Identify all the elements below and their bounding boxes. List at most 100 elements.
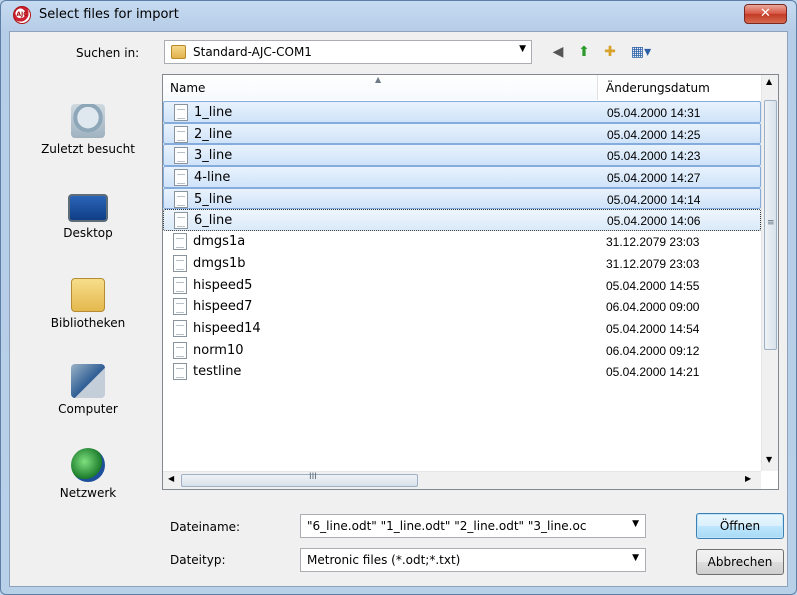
file-name: hispeed5 [193, 277, 253, 293]
place-label: Computer [58, 402, 118, 416]
document-icon [173, 341, 187, 359]
scroll-up-icon[interactable]: ▲ [766, 77, 772, 86]
place-libraries[interactable]: Bibliotheken [24, 278, 152, 330]
place-label: Desktop [63, 226, 113, 240]
lookin-label: Suchen in: [76, 46, 140, 60]
document-icon [174, 190, 188, 208]
file-dialog-window: AJC Select files for import ✕ Suchen in:… [0, 0, 797, 595]
file-row[interactable]: 2_line 05.04.2000 14:25 [163, 122, 761, 145]
place-label: Zuletzt besucht [41, 142, 135, 156]
file-date: 06.04.2000 09:12 [606, 343, 700, 358]
file-list[interactable]: Name ▲ Änderungsdatum 1_line 05.04.2000 1… [162, 74, 779, 490]
file-row[interactable]: 4-line 05.04.2000 14:27 [163, 166, 761, 188]
file-date: 05.04.2000 14:23 [607, 149, 701, 164]
lookin-dropdown[interactable]: Standard-AJC-COM1 ▼ [164, 40, 532, 64]
file-row[interactable]: norm10 06.04.2000 09:12 [163, 340, 761, 362]
place-desktop[interactable]: Desktop [24, 194, 152, 240]
app-logo-icon: AJC [13, 6, 31, 24]
sort-ascending-icon: ▲ [375, 75, 382, 84]
view-menu-icon[interactable]: ▦▾ [626, 42, 656, 62]
open-button[interactable]: Öffnen [696, 513, 784, 539]
file-name: norm10 [193, 342, 244, 358]
file-date: 05.04.2000 14:27 [607, 171, 701, 186]
filetype-label: Dateityp: [170, 553, 226, 567]
scroll-down-icon[interactable]: ▼ [766, 455, 772, 464]
file-date: 05.04.2000 14:54 [606, 321, 700, 336]
document-icon [174, 147, 188, 165]
place-label: Netzwerk [59, 486, 117, 500]
window-title: Select files for import [39, 7, 179, 22]
lookin-value: Standard-AJC-COM1 [193, 45, 312, 59]
libraries-icon [71, 278, 105, 312]
file-date: 06.04.2000 09:00 [606, 300, 700, 315]
chevron-down-icon[interactable]: ▼ [632, 553, 639, 563]
file-date: 05.04.2000 14:21 [606, 365, 700, 380]
file-name: hispeed7 [193, 299, 253, 315]
filetype-value: Metronic files (*.odt;*.txt) [307, 553, 461, 567]
document-icon [173, 254, 187, 272]
up-folder-icon[interactable]: ⬆ [574, 42, 594, 62]
file-name: 2_line [194, 126, 233, 142]
file-date: 31.12.2079 23:03 [606, 256, 700, 271]
place-label: Bibliotheken [50, 316, 126, 330]
file-date: 05.04.2000 14:55 [606, 278, 700, 293]
file-row[interactable]: testline 05.04.2000 14:21 [163, 361, 761, 383]
scroll-grip-icon: III [309, 472, 317, 482]
desktop-icon [68, 194, 108, 222]
vertical-scroll-thumb[interactable]: ≡ [764, 100, 777, 350]
file-name: 4-line [194, 170, 231, 186]
file-date: 05.04.2000 14:25 [607, 127, 701, 142]
dialog-body: Suchen in: Standard-AJC-COM1 ▼ ◀ ⬆ ✚ ▦▾ … [9, 31, 788, 587]
file-row[interactable]: hispeed5 05.04.2000 14:55 [163, 275, 761, 297]
place-recent[interactable]: Zuletzt besucht [24, 104, 152, 156]
column-header-date[interactable]: Änderungsdatum [598, 75, 761, 100]
computer-icon [71, 364, 105, 398]
horizontal-scrollbar[interactable]: ◀ III ▶ [163, 471, 761, 489]
file-date: 05.04.2000 14:14 [607, 192, 701, 207]
file-name: testline [193, 364, 242, 380]
file-row[interactable]: 3_line 05.04.2000 14:23 [163, 144, 761, 167]
folder-icon [171, 45, 186, 59]
horizontal-scroll-thumb[interactable]: III [181, 472, 418, 487]
file-row[interactable]: dmgs1a 31.12.2079 23:03 [163, 231, 761, 253]
file-name: hispeed14 [193, 320, 261, 336]
file-row[interactable]: hispeed7 06.04.2000 09:00 [163, 296, 761, 318]
document-icon [173, 298, 187, 316]
file-date: 31.12.2079 23:03 [606, 235, 700, 250]
file-row[interactable]: hispeed14 05.04.2000 14:54 [163, 318, 761, 340]
file-row[interactable]: 6_line 05.04.2000 14:06 [163, 209, 761, 232]
recent-places-icon [71, 104, 105, 138]
column-header-row: Name ▲ Änderungsdatum [163, 75, 761, 100]
file-row[interactable]: dmgs1b 31.12.2079 23:03 [163, 253, 761, 275]
document-icon [174, 125, 188, 143]
scroll-grip-icon: ≡ [767, 218, 775, 228]
document-icon [173, 363, 187, 381]
file-name: 5_line [194, 191, 233, 207]
filetype-dropdown[interactable]: Metronic files (*.odt;*.txt) ▼ [300, 548, 646, 572]
file-row[interactable]: 1_line 05.04.2000 14:31 [163, 101, 761, 123]
file-name: dmgs1a [193, 234, 246, 250]
back-icon[interactable]: ◀ [548, 42, 568, 62]
place-computer[interactable]: Computer [24, 364, 152, 416]
file-name: dmgs1b [193, 255, 246, 271]
chevron-down-icon[interactable]: ▼ [632, 519, 639, 529]
scroll-left-icon[interactable]: ◀ [168, 474, 174, 483]
document-icon [173, 276, 187, 294]
scroll-right-icon[interactable]: ▶ [745, 474, 751, 483]
close-button[interactable]: ✕ [744, 4, 787, 24]
file-name: 1_line [194, 105, 233, 120]
network-icon [71, 448, 105, 482]
place-network[interactable]: Netzwerk [24, 448, 152, 500]
file-name: 3_line [194, 148, 233, 164]
file-rows: 1_line 05.04.2000 14:31 2_line 05.04.2000 1… [163, 101, 761, 383]
new-folder-icon[interactable]: ✚ [600, 42, 620, 62]
places-bar: Zuletzt besucht Desktop Bibliotheken Com… [24, 74, 152, 504]
document-icon [173, 233, 187, 251]
cancel-button[interactable]: Abbrechen [696, 549, 784, 575]
file-row[interactable]: 5_line 05.04.2000 14:14 [163, 187, 761, 210]
vertical-scrollbar[interactable]: ▲ ≡ ▼ [761, 75, 778, 471]
title-bar[interactable]: AJC Select files for import ✕ [1, 1, 796, 29]
filename-input[interactable]: "6_line.odt" "1_line.odt" "2_line.odt" "… [300, 514, 646, 538]
filename-value: "6_line.odt" "1_line.odt" "2_line.odt" "… [307, 519, 587, 533]
document-icon [174, 104, 188, 121]
